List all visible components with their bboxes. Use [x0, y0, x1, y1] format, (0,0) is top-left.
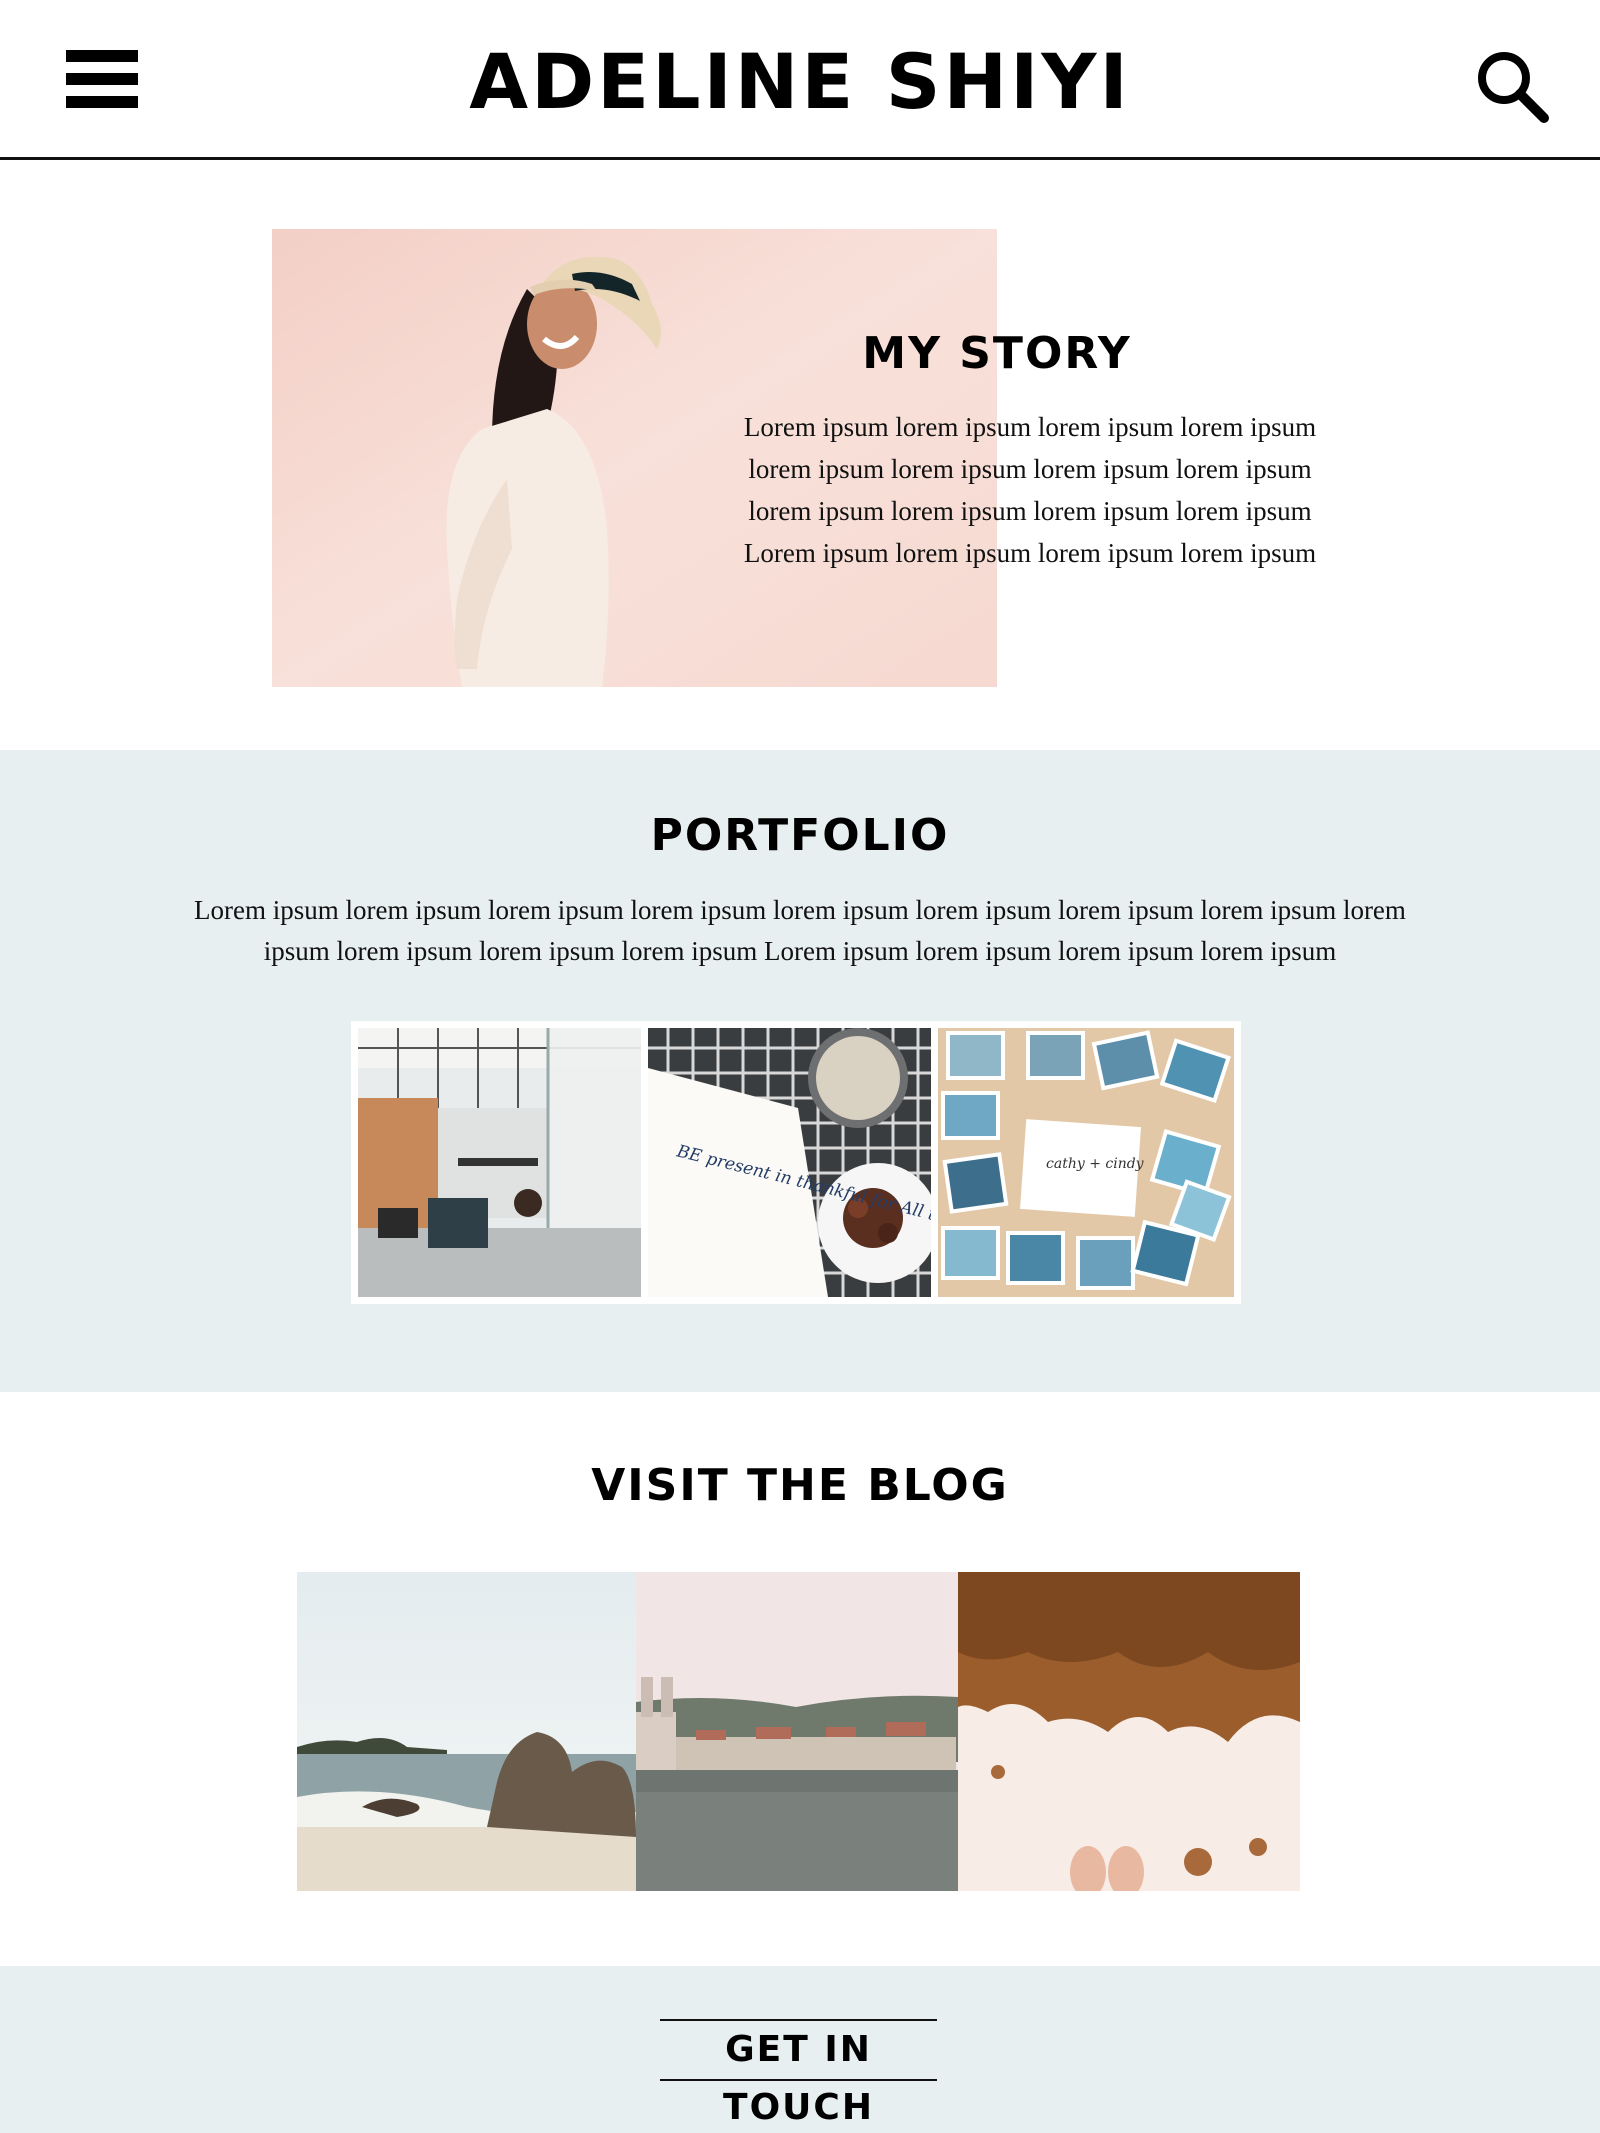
- portfolio-thumb-notebook[interactable]: BE present in thankful for All things: [648, 1028, 931, 1297]
- portfolio-paragraph: Lorem ipsum lorem ipsum lorem ipsum lore…: [150, 890, 1450, 972]
- story-line: lorem ipsum lorem ipsum lorem ipsum lore…: [748, 496, 1312, 526]
- portfolio-gallery: BE present in thankful for All things ca…: [351, 1021, 1241, 1304]
- site-title[interactable]: ADELINE SHIYI: [0, 36, 1600, 128]
- get-in-touch-link[interactable]: GET IN TOUCH: [660, 2019, 937, 2128]
- blog-thumb-beach[interactable]: [297, 1572, 636, 1891]
- portfolio-line: Lorem ipsum lorem ipsum lorem ipsum lore…: [194, 895, 1406, 925]
- site-header: ADELINE SHIYI: [0, 0, 1600, 160]
- story-line: Lorem ipsum lorem ipsum lorem ipsum lore…: [743, 412, 1317, 442]
- story-heading: MY STORY: [862, 328, 1132, 379]
- story-line: Lorem ipsum lorem ipsum lorem ipsum lore…: [743, 538, 1317, 568]
- blog-heading: VISIT THE BLOG: [591, 1460, 1009, 1511]
- blog-thumb-lake-town[interactable]: [636, 1572, 958, 1891]
- card-text: cathy + cindy: [1046, 1156, 1145, 1172]
- portfolio-section: PORTFOLIO Lorem ipsum lorem ipsum lorem …: [0, 750, 1600, 1392]
- story-paragraph: Lorem ipsum lorem ipsum lorem ipsum lore…: [700, 406, 1360, 574]
- portfolio-heading: PORTFOLIO: [650, 810, 950, 861]
- blog-thumb-sand-feet[interactable]: [958, 1572, 1300, 1891]
- portfolio-thumb-polaroids[interactable]: cathy + cindy: [938, 1028, 1234, 1297]
- portfolio-line: ipsum lorem ipsum lorem ipsum lorem ipsu…: [263, 936, 1337, 966]
- footer-section: GET IN TOUCH: [0, 1966, 1600, 2133]
- story-line: lorem ipsum lorem ipsum lorem ipsum lore…: [748, 454, 1312, 484]
- blog-gallery: [297, 1572, 1300, 1891]
- search-icon[interactable]: [1474, 48, 1550, 124]
- portfolio-thumb-office[interactable]: [358, 1028, 641, 1297]
